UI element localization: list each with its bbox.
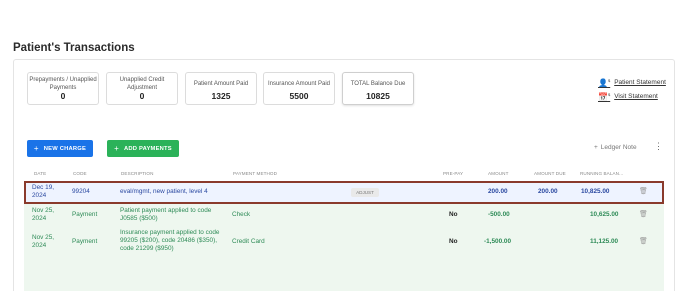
row2-description-line2: J0585 ($500) — [120, 215, 158, 222]
row1-date-line1: Dec 19, — [32, 184, 55, 191]
row3-description-line3: code 21299 ($950) — [120, 245, 174, 252]
trash-icon[interactable]: 🗑 — [639, 210, 648, 218]
row1-code[interactable]: 99204 — [72, 188, 90, 196]
plus-icon: + — [594, 144, 598, 151]
row3-running-balance: 11,125.00 — [590, 238, 619, 245]
visit-statement-link[interactable]: 📅$ Visit Statement — [598, 92, 658, 102]
row3-date-line2: 2024 — [32, 242, 47, 249]
column-header-code[interactable]: CODE — [73, 171, 87, 176]
ledger-note-button[interactable]: + Ledger Note — [594, 144, 637, 151]
row2-date-line2: 2024 — [32, 215, 47, 222]
row2-amount: -500.00 — [488, 211, 510, 218]
new-charge-label: NEW CHARGE — [43, 145, 87, 152]
plus-icon: + — [114, 144, 120, 153]
row2-date-line1: Nov 25, — [32, 207, 55, 214]
total-balance-due-box: TOTAL Balance Due 10825 — [342, 72, 414, 105]
row2-running-balance: 10,625.00 — [590, 211, 619, 218]
row1-amount-due: 200.00 — [538, 188, 558, 195]
row2-code: Payment — [72, 211, 98, 218]
patient-statement-label: Patient Statement — [614, 79, 666, 87]
table-row[interactable] — [24, 260, 664, 291]
insurance-amount-paid-label: Insurance Amount Paid — [267, 80, 331, 87]
column-header-amount-due[interactable]: AMOUNT DUE — [534, 171, 566, 176]
row2-description-line1: Patient payment applied to code — [120, 207, 212, 214]
column-header-description[interactable]: DESCRIPTION — [121, 171, 154, 176]
insurance-amount-paid-box: Insurance Amount Paid 5500 — [263, 72, 335, 105]
row3-amount: -1,500.00 — [484, 238, 512, 245]
column-header-amount[interactable]: AMOUNT — [488, 171, 509, 176]
prepayments-box: Prepayments / Unapplied Payments 0 — [27, 72, 99, 105]
column-header-running-balance[interactable]: RUNNING BALAN... — [580, 171, 623, 176]
patient-amount-paid-box: Patient Amount Paid 1325 — [185, 72, 257, 105]
visit-statement-label: Visit Statement — [614, 93, 658, 101]
calendar-statement-icon: 📅$ — [598, 92, 611, 102]
trash-icon[interactable]: 🗑 — [639, 187, 648, 195]
row3-prepay: No — [449, 238, 458, 245]
patient-statement-link[interactable]: 👤$ Patient Statement — [598, 78, 666, 88]
dollar-sign-icon: $ — [607, 92, 611, 97]
row2-prepay: No — [449, 211, 458, 218]
row1-description: eval/mgmt, new patient, level 4 — [120, 188, 208, 195]
column-header-date[interactable]: DATE — [34, 171, 46, 176]
ledger-note-label: Ledger Note — [600, 144, 637, 151]
unapplied-credit-label: Unapplied Credit Adjustment — [119, 76, 165, 91]
row1-running-balance: 10,825.00 — [581, 188, 610, 195]
page-title: Patient's Transactions — [13, 42, 135, 54]
more-options-icon[interactable]: ⋮ — [654, 142, 663, 151]
prepayments-label: Prepayments / Unapplied Payments — [29, 76, 97, 91]
add-payments-button[interactable]: + ADD PAYMENTS — [107, 140, 179, 157]
row3-date-line1: Nov 25, — [32, 234, 55, 241]
row2-payment-method: Check — [232, 211, 251, 218]
adjust-button[interactable]: ADJUST — [351, 188, 379, 197]
insurance-amount-paid-value: 5500 — [289, 91, 309, 101]
plus-icon: + — [33, 144, 39, 153]
row1-amount: 200.00 — [488, 188, 508, 195]
trash-icon[interactable]: 🗑 — [639, 237, 648, 245]
total-balance-due-label: TOTAL Balance Due — [350, 80, 406, 87]
column-header-payment-method[interactable]: PAYMENT METHOD — [233, 171, 277, 176]
row3-description-line1: Insurance payment applied to code — [120, 229, 220, 236]
patient-amount-paid-value: 1325 — [211, 91, 231, 101]
row3-description-line2: 99205 ($200), code 20486 ($350), — [120, 237, 217, 244]
new-charge-button[interactable]: + NEW CHARGE — [27, 140, 93, 157]
user-statement-icon: 👤$ — [598, 78, 611, 88]
dollar-sign-icon: $ — [607, 78, 611, 83]
row3-payment-method: Credit Card — [232, 238, 265, 245]
unapplied-credit-value: 0 — [139, 91, 145, 101]
row1-date-line2: 2024 — [32, 192, 47, 199]
prepayments-value: 0 — [60, 91, 66, 101]
patient-amount-paid-label: Patient Amount Paid — [193, 80, 249, 87]
add-payments-label: ADD PAYMENTS — [124, 145, 172, 152]
row3-code: Payment — [72, 238, 98, 245]
total-balance-due-value: 10825 — [366, 91, 390, 101]
column-header-prepay[interactable]: PRE-PAY — [443, 171, 463, 176]
unapplied-credit-box: Unapplied Credit Adjustment 0 — [106, 72, 178, 105]
